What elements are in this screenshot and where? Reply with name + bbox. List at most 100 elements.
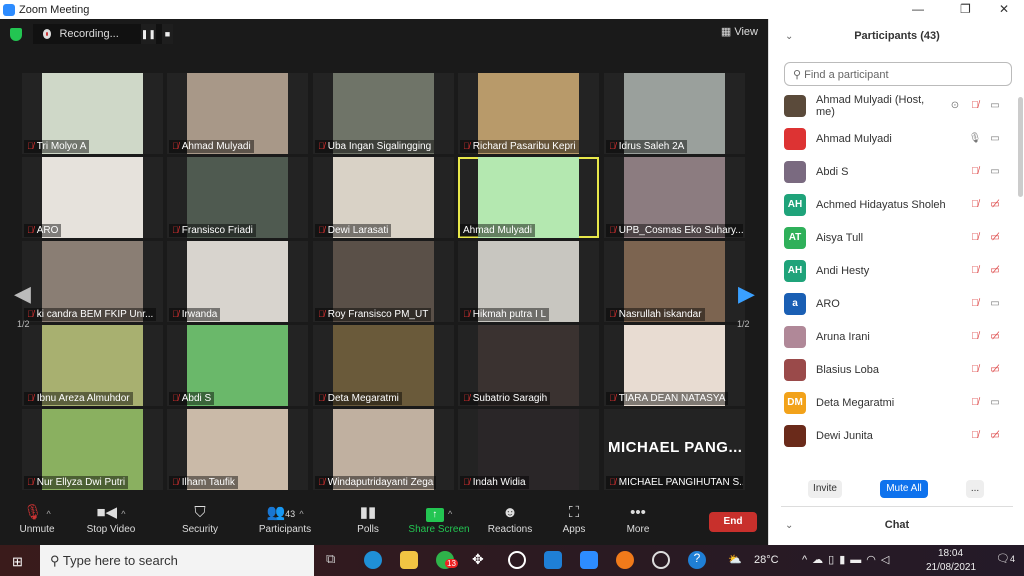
mic-muted-icon[interactable]: 🎙̸ xyxy=(965,430,985,441)
mic-muted-icon[interactable]: 🎙̸ xyxy=(965,100,985,111)
mic-muted-icon[interactable]: 🎙̸ xyxy=(965,331,985,342)
video-icon[interactable]: ▭ xyxy=(985,133,1005,144)
zoom-taskbar-icon[interactable] xyxy=(580,551,598,569)
mail-icon[interactable] xyxy=(544,551,562,569)
video-icon[interactable]: ▭ xyxy=(985,298,1005,309)
participant-row[interactable]: DM Deta Megaratmi 🎙̸ ▭ xyxy=(769,386,1017,419)
video-off-icon[interactable]: ▭̸ xyxy=(985,199,1005,210)
close-button[interactable]: ✕ xyxy=(999,2,1009,16)
edge-icon[interactable] xyxy=(364,551,382,569)
video-tile[interactable]: 🎙̸ Ilham Taufik xyxy=(167,409,308,490)
view-button[interactable]: ▦ View xyxy=(721,25,758,38)
video-tile[interactable]: 🎙̸ Indah Widia xyxy=(458,409,599,490)
end-meeting-button[interactable]: End xyxy=(709,512,757,532)
video-tile[interactable]: 🎙̸ Nasrullah iskandar xyxy=(604,241,745,322)
minimize-button[interactable]: — xyxy=(912,2,924,16)
firefox-icon[interactable] xyxy=(616,551,634,569)
video-tile[interactable]: 🎙̸ Subatrio Saragih xyxy=(458,325,599,406)
tray-icons[interactable]: ^☁▯▮▬◠◁ xyxy=(802,553,894,566)
video-tile[interactable]: 🎙̸ Richard Pasaribu Kepri xyxy=(458,73,599,154)
polls-button[interactable]: ▮▮ Polls xyxy=(333,502,403,535)
video-tile[interactable]: 🎙̸ Tri Molyo A xyxy=(22,73,163,154)
video-tile[interactable]: 🎙̸ Idrus Saleh 2A xyxy=(604,73,745,154)
video-tile[interactable]: 🎙̸ Hikmah putra I L xyxy=(458,241,599,322)
participant-row[interactable]: Dewi Junita 🎙̸ ▭̸ xyxy=(769,419,1017,452)
video-tile[interactable]: MICHAEL PANG... 🎙̸ MICHAEL PANGIHUTAN S... xyxy=(604,409,745,490)
encryption-shield-icon[interactable] xyxy=(10,28,22,41)
video-tile[interactable]: 🎙̸ Irwanda xyxy=(167,241,308,322)
video-tile[interactable]: 🎙̸ Nur Ellyza Dwi Putri xyxy=(22,409,163,490)
mic-muted-icon[interactable]: 🎙̸ xyxy=(965,364,985,375)
apps-button[interactable]: ⛶ Apps xyxy=(539,502,609,535)
video-tile[interactable]: 🎙̸ Ahmad Mulyadi xyxy=(167,73,308,154)
mute-all-button[interactable]: Mute All xyxy=(880,480,928,498)
reactions-button[interactable]: ☻ Reactions xyxy=(475,502,545,535)
video-tile[interactable]: 🎙̸ ARO xyxy=(22,157,163,238)
participants-button[interactable]: 👥43 ^ Participants xyxy=(250,502,320,535)
video-off-icon[interactable]: ▭̸ xyxy=(985,232,1005,243)
video-tile[interactable]: 🎙̸ ki candra BEM FKIP Unr... xyxy=(22,241,163,322)
video-icon[interactable]: ▭ xyxy=(985,166,1005,177)
share-screen-button[interactable]: ↑ ^ Share Screen xyxy=(404,502,474,535)
video-tile[interactable]: 🎙̸ Dewi Larasati xyxy=(313,157,454,238)
unmute-button[interactable]: 🎙 ^ Unmute xyxy=(2,502,72,535)
participant-row[interactable]: Abdi S 🎙̸ ▭ xyxy=(769,155,1017,188)
participant-row[interactable]: Ahmad Mulyadi 🎙 ▭ xyxy=(769,122,1017,155)
mic-muted-icon[interactable]: 🎙̸ xyxy=(965,199,985,210)
dropbox-icon[interactable]: ✥ xyxy=(472,551,490,569)
participant-row[interactable]: Ahmad Mulyadi (Host, me) ⊙ 🎙̸ ▭ xyxy=(769,89,1017,122)
video-tile[interactable]: 🎙̸ UPB_Cosmas Eko Suhary... xyxy=(604,157,745,238)
clock-time[interactable]: 18:04 xyxy=(938,548,963,559)
weather-temp[interactable]: 28°C xyxy=(754,554,779,566)
find-participant-input[interactable]: ⚲ Find a participant xyxy=(784,62,1012,86)
participant-list-scrollbar[interactable] xyxy=(1018,97,1023,197)
video-off-icon[interactable]: ▭̸ xyxy=(985,430,1005,441)
video-icon[interactable]: ▭ xyxy=(985,397,1005,408)
restore-button[interactable]: ❐ xyxy=(960,2,971,16)
video-tile[interactable]: 🎙̸ Fransisco Friadi xyxy=(167,157,308,238)
participant-row[interactable]: Aruna Irani 🎙̸ ▭̸ xyxy=(769,320,1017,353)
participant-row[interactable]: AH Achmed Hidayatus Sholeh 🎙̸ ▭̸ xyxy=(769,188,1017,221)
video-off-icon[interactable]: ▭̸ xyxy=(985,331,1005,342)
video-tile[interactable]: 🎙̸ TIARA DEAN NATASYA xyxy=(604,325,745,406)
mic-muted-icon[interactable]: 🎙̸ xyxy=(965,166,985,177)
pause-recording-button[interactable]: ❚❚ xyxy=(140,24,156,44)
prev-page-arrow[interactable]: ◀ xyxy=(14,281,31,307)
mic-muted-icon[interactable]: 🎙̸ xyxy=(965,397,985,408)
security-button[interactable]: ⛉ Security xyxy=(165,502,235,535)
file-explorer-icon[interactable] xyxy=(400,551,418,569)
participant-row[interactable]: AH Andi Hesty 🎙̸ ▭̸ xyxy=(769,254,1017,287)
weather-icon[interactable]: ⛅ xyxy=(728,553,742,566)
mic-muted-icon[interactable]: 🎙̸ xyxy=(965,232,985,243)
mic-icon[interactable]: 🎙 xyxy=(965,133,985,144)
windows-start-icon[interactable]: ⊞ xyxy=(12,554,23,570)
mic-muted-icon[interactable]: 🎙̸ xyxy=(965,298,985,309)
app-icon[interactable] xyxy=(508,551,526,569)
video-tile[interactable]: 🎙̸ Deta Megaratmi xyxy=(313,325,454,406)
video-off-icon[interactable]: ▭̸ xyxy=(985,265,1005,276)
whatsapp-icon[interactable]: 13 xyxy=(436,551,458,569)
notifications-icon[interactable]: 🗨4 xyxy=(996,552,1015,565)
obs-icon[interactable] xyxy=(652,551,670,569)
taskbar-search-box[interactable]: ⚲ Type here to search xyxy=(40,545,314,576)
stop-video-button[interactable]: ■◀ ^ Stop Video xyxy=(76,502,146,535)
invite-button[interactable]: Invite xyxy=(808,480,842,498)
more-button[interactable]: ••• More xyxy=(603,502,673,535)
next-page-arrow[interactable]: ▶ xyxy=(738,281,755,307)
participant-row[interactable]: a ARO 🎙̸ ▭ xyxy=(769,287,1017,320)
help-icon[interactable]: ? xyxy=(688,551,706,569)
participant-row[interactable]: Blasius Loba 🎙̸ ▭̸ xyxy=(769,353,1017,386)
stop-recording-button[interactable]: ■ xyxy=(161,24,173,44)
task-view-icon[interactable]: ⧉ xyxy=(326,551,344,569)
video-icon[interactable]: ▭ xyxy=(985,100,1005,111)
video-tile[interactable]: 🎙̸ Ibnu Areza Almuhdor xyxy=(22,325,163,406)
video-tile[interactable]: 🎙̸ Abdi S xyxy=(167,325,308,406)
participant-row[interactable]: AT Aisya Tull 🎙̸ ▭̸ xyxy=(769,221,1017,254)
more-options-button[interactable]: ... xyxy=(966,480,984,498)
video-tile[interactable]: 🎙̸ Windaputridayanti Zega xyxy=(313,409,454,490)
video-tile[interactable]: Ahmad Mulyadi xyxy=(458,157,599,238)
clock-date[interactable]: 21/08/2021 xyxy=(926,562,976,573)
mic-muted-icon[interactable]: 🎙̸ xyxy=(965,265,985,276)
video-off-icon[interactable]: ▭̸ xyxy=(985,364,1005,375)
video-tile[interactable]: 🎙̸ Uba Ingan Sigalingging xyxy=(313,73,454,154)
